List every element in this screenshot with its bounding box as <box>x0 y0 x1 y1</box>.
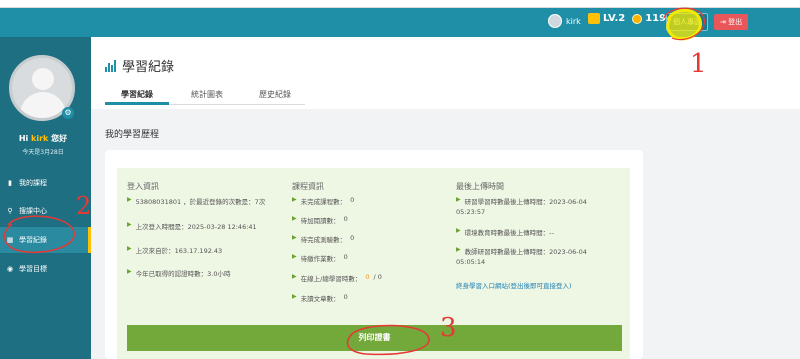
upload-row: ▶ 研習學習時數最後上傳時間：2023-06-04 <box>456 196 587 206</box>
login-info-title: 登入資訊 <box>127 182 159 191</box>
logout-label: 登出 <box>728 18 743 26</box>
bullet-icon: ▶ <box>292 293 297 300</box>
target-icon: ◉ <box>6 265 14 273</box>
online-hours: 0 <box>365 273 370 281</box>
coin-icon <box>632 13 643 24</box>
bullet-icon: ▶ <box>456 227 461 234</box>
login-row-text: 53808031801 ，於最近登錄的次數是：7次 <box>135 198 266 206</box>
bullet-icon: ▶ <box>292 215 297 222</box>
logout-button[interactable]: ⇥ 登出 <box>714 14 749 30</box>
bullet-icon: ▶ <box>292 234 297 241</box>
course-row: ▶ 待繳作業數： 0 <box>292 253 348 263</box>
bullet-icon: ▶ <box>127 221 132 228</box>
course-row-value: 0 <box>350 196 355 204</box>
course-row-value: 0 <box>343 253 348 261</box>
course-row: ▶ 待完成測驗數： 0 <box>292 234 354 244</box>
course-row: ▶ 未讀文章數： 0 <box>292 293 348 303</box>
course-row-value: 0 <box>343 215 348 223</box>
bullet-icon: ▶ <box>292 253 297 260</box>
section-title: 我的學習歷程 <box>105 130 160 140</box>
sidebar-item-label: 學習紀錄 <box>19 236 47 244</box>
greeting-prefix: Hi <box>18 134 32 143</box>
sidebar-item-label: 我的課程 <box>19 179 47 187</box>
tab-statistics[interactable]: 統計圖表 <box>191 89 223 100</box>
greeting-name: kirk <box>31 134 49 143</box>
course-row-label: 未讀文章數： <box>300 295 340 303</box>
sidebar-item-learning-record[interactable]: ▦ 學習紀錄 <box>0 227 91 253</box>
course-row: ▶ 在線上/總學習時數： 0/ 0 <box>292 273 382 283</box>
bullet-icon: ▶ <box>127 196 132 203</box>
login-row: ▶ 上次來自於：163.17.192.43 <box>127 245 222 255</box>
course-row-value: 0 <box>343 293 348 301</box>
bar-chart-icon <box>105 59 116 72</box>
course-row: ▶ 待加閱讀數： 0 <box>292 215 348 225</box>
bullet-icon: ▶ <box>127 245 132 252</box>
login-row: ▶ 上次登入時間是：2025-03-28 12:46:41 <box>127 221 257 231</box>
print-certificate-button[interactable]: 列印證書 <box>127 325 622 351</box>
active-tab-indicator <box>105 102 169 105</box>
upload-row: ▶ 環境教育時數最後上傳時間：-- <box>456 227 554 237</box>
upload-row-time: 05:23:57 <box>456 208 486 216</box>
username: kirk <box>566 16 581 26</box>
course-row-label: 在線上/總學習時數： <box>300 275 362 283</box>
login-row: ▶ 今年已取得的認證時數：3.0小時 <box>127 268 230 278</box>
user-avatar-icon <box>548 14 562 28</box>
course-row-label: 待繳作業數： <box>300 255 340 263</box>
level-text: LV.2 <box>603 13 626 24</box>
bullet-icon: ▶ <box>456 246 461 253</box>
login-row: ▶ 53808031801 ，於最近登錄的次數是：7次 <box>127 196 265 206</box>
sidebar-item-label: 學習目標 <box>19 265 47 273</box>
upload-row-time: 05:05:14 <box>456 258 486 266</box>
gear-icon[interactable]: ⚙ <box>62 107 74 119</box>
sidebar-item-learning-goals[interactable]: ◉ 學習目標 <box>0 256 91 282</box>
greeting-suffix: 您好 <box>48 134 68 143</box>
book-icon: ▮ <box>8 179 12 187</box>
page-title: 學習紀錄 <box>105 56 174 75</box>
sidebar-item-my-courses[interactable]: ▮ 我的課程 <box>0 170 91 196</box>
upload-row-label: 環境教育時數最後上傳時間：-- <box>464 229 554 237</box>
upload-row: ▶ 教師研習時數最後上傳時間：2023-06-04 <box>456 246 587 256</box>
avatar-head <box>32 68 54 90</box>
login-row-text: 今年已取得的認證時數：3.0小時 <box>135 270 231 278</box>
crown-icon <box>588 13 600 24</box>
tab-history[interactable]: 歷史紀錄 <box>259 89 291 100</box>
course-row-separator: / 0 <box>373 273 382 281</box>
upload-row-label: 教師研習時數最後上傳時間：2023-06-04 <box>464 248 587 256</box>
bullet-icon: ▶ <box>292 196 297 203</box>
upload-time-title: 最後上傳時間 <box>456 182 504 191</box>
profile-button[interactable]: 個人專區 <box>666 13 708 31</box>
course-row-label: 未完成課程數： <box>300 198 347 206</box>
coin-count: 119 <box>645 13 667 24</box>
user-chip[interactable]: kirk <box>548 14 581 28</box>
lifelong-learning-link[interactable]: 終身學習入口網站(登出後即可直接登入) <box>456 280 572 290</box>
browser-strip <box>0 0 800 8</box>
avatar-body <box>20 92 66 118</box>
page-title-text: 學習紀錄 <box>122 60 175 75</box>
bullet-icon: ▶ <box>292 273 297 280</box>
bullet-icon: ▶ <box>127 268 132 275</box>
course-info-title: 課程資訊 <box>292 182 324 191</box>
course-row: ▶ 未完成課程數： 0 <box>292 196 354 206</box>
sidebar-item-label: 搜課中心 <box>19 207 47 215</box>
upload-row-label: 研習學習時數最後上傳時間：2023-06-04 <box>464 198 587 206</box>
greeting: Hi kirk 您好 <box>0 133 86 144</box>
login-row-text: 上次登入時間是：2025-03-28 12:46:41 <box>135 223 257 231</box>
bullet-icon: ▶ <box>456 196 461 203</box>
level-badge: LV.2 119 <box>588 13 666 24</box>
sidebar-item-search-center[interactable]: ⚲ 搜課中心 <box>0 198 91 224</box>
course-row-label: 待完成測驗數： <box>300 236 347 244</box>
course-row-label: 待加閱讀數： <box>300 217 340 225</box>
tab-learning-record[interactable]: 學習紀錄 <box>121 89 153 100</box>
search-icon: ⚲ <box>7 207 13 215</box>
date-line: 今天是3月28日 <box>22 149 64 156</box>
chart-icon: ▦ <box>6 236 14 244</box>
login-row-text: 上次來自於：163.17.192.43 <box>135 247 223 255</box>
course-row-value: 0 <box>350 234 355 242</box>
